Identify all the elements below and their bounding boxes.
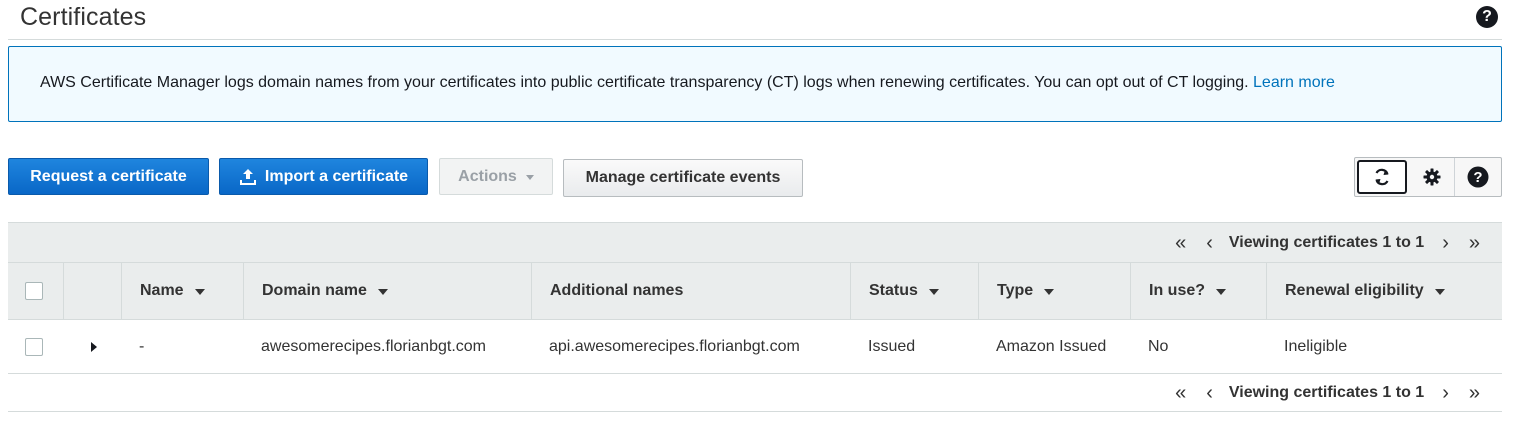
cell-additional-names: api.awesomerecipes.florianbgt.com — [549, 337, 800, 355]
gear-icon — [1423, 168, 1440, 186]
ct-logging-info-banner: AWS Certificate Manager logs domain name… — [8, 46, 1502, 122]
column-additional-label: Additional names — [550, 282, 684, 299]
top-pagination-bar: « ‹ Viewing certificates 1 to 1 › » — [8, 222, 1502, 262]
actions-dropdown[interactable]: Actions — [439, 158, 553, 195]
upload-icon — [239, 168, 257, 186]
table-tools: ? — [1354, 157, 1502, 197]
bottom-pagination-bar: « ‹ Viewing certificates 1 to 1 › » — [8, 374, 1502, 412]
row-expand-cell[interactable] — [63, 320, 121, 373]
row-select-cell — [8, 320, 63, 373]
help-button[interactable]: ? — [1455, 158, 1501, 196]
caret-right-icon[interactable] — [91, 341, 97, 352]
pagination-bottom: « ‹ Viewing certificates 1 to 1 › » — [1165, 374, 1490, 412]
column-name-label: Name — [140, 282, 184, 299]
first-page-button[interactable]: « — [1175, 383, 1186, 403]
table-row[interactable]: - awesomerecipes.florianbgt.com api.awes… — [8, 320, 1502, 374]
cell-type: Amazon Issued — [996, 337, 1107, 355]
column-domain-label: Domain name — [262, 282, 367, 299]
sort-caret-icon — [194, 289, 205, 295]
cell-status: Issued — [868, 337, 916, 355]
select-all-checkbox[interactable] — [25, 282, 43, 300]
column-header-name[interactable]: Name — [121, 263, 243, 319]
manage-certificate-events-button[interactable]: Manage certificate events — [563, 159, 803, 197]
request-certificate-button[interactable]: Request a certificate — [8, 158, 209, 195]
next-page-button[interactable]: › — [1442, 233, 1449, 253]
last-page-button[interactable]: » — [1469, 383, 1480, 403]
page-title: Certificates — [20, 3, 147, 31]
learn-more-link[interactable]: Learn more — [1253, 74, 1335, 91]
pagination-label: Viewing certificates 1 to 1 — [1228, 384, 1425, 401]
request-certificate-label: Request a certificate — [30, 167, 187, 185]
chevron-down-icon — [525, 175, 534, 180]
first-page-button[interactable]: « — [1175, 233, 1186, 253]
column-header-type[interactable]: Type — [978, 263, 1130, 319]
import-certificate-label: Import a certificate — [264, 167, 409, 185]
column-header-in-use[interactable]: In use? — [1130, 263, 1266, 319]
cell-domain: awesomerecipes.florianbgt.com — [261, 337, 486, 355]
pagination-label: Viewing certificates 1 to 1 — [1228, 234, 1425, 251]
title-divider — [8, 39, 1502, 40]
refresh-button[interactable] — [1357, 160, 1407, 194]
last-page-button[interactable]: » — [1469, 233, 1480, 253]
sort-caret-icon — [928, 289, 939, 295]
sort-caret-icon — [1216, 289, 1227, 295]
prev-page-button[interactable]: ‹ — [1206, 233, 1213, 253]
svg-text:?: ? — [1474, 169, 1483, 186]
settings-button[interactable] — [1409, 158, 1456, 196]
import-certificate-button[interactable]: Import a certificate — [219, 158, 428, 195]
question-circle-icon: ? — [1467, 166, 1489, 188]
cell-name: - — [139, 337, 145, 355]
column-header-domain[interactable]: Domain name — [243, 263, 531, 319]
pagination: « ‹ Viewing certificates 1 to 1 › » — [1165, 223, 1490, 263]
actions-label: Actions — [458, 167, 517, 185]
cell-in-use: No — [1148, 337, 1169, 355]
refresh-icon — [1375, 168, 1389, 186]
table-header: Name Domain name Additional names Status… — [8, 262, 1502, 320]
sort-caret-icon — [377, 289, 388, 295]
certificates-table: « ‹ Viewing certificates 1 to 1 › » Name… — [8, 222, 1502, 412]
column-header-renewal-eligibility[interactable]: Renewal eligibility — [1266, 263, 1502, 319]
row-checkbox[interactable] — [25, 337, 43, 356]
expand-column-header — [63, 263, 121, 319]
info-message: AWS Certificate Manager logs domain name… — [40, 74, 1335, 92]
manage-events-label: Manage certificate events — [585, 169, 781, 186]
column-in-use-label: In use? — [1149, 282, 1206, 299]
next-page-button[interactable]: › — [1442, 383, 1449, 403]
column-renewal-label: Renewal eligibility — [1285, 282, 1424, 299]
info-text: AWS Certificate Manager logs domain name… — [40, 74, 1249, 91]
column-type-label: Type — [997, 282, 1034, 299]
cell-renewal-eligibility: Ineligible — [1284, 337, 1348, 355]
sort-caret-icon — [1044, 289, 1055, 295]
column-header-status[interactable]: Status — [850, 263, 978, 319]
sort-caret-icon — [1434, 289, 1445, 295]
prev-page-button[interactable]: ‹ — [1206, 383, 1213, 403]
column-status-label: Status — [869, 282, 918, 299]
select-all-cell — [8, 263, 63, 319]
column-header-additional-names: Additional names — [531, 263, 850, 319]
question-circle-icon[interactable]: ? — [1476, 6, 1498, 28]
